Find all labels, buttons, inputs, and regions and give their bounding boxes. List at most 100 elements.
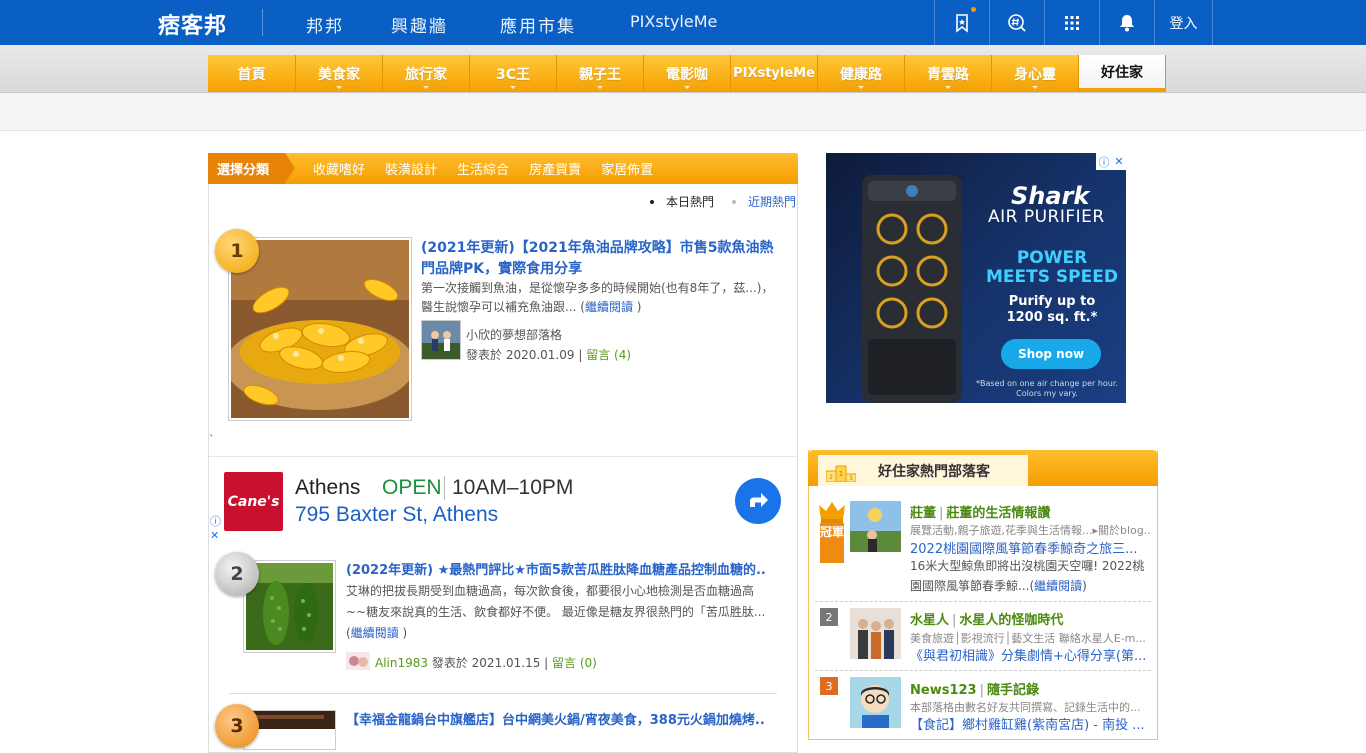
excerpt-text: 艾琳的把拔長期受到血糖過高，每次飲食後，都要很小心地檢測是否血糖過高~~糖友來說… [346, 584, 766, 640]
close-ad-icon[interactable]: ✕ [1114, 155, 1123, 168]
bookmark-button[interactable] [934, 0, 989, 45]
cat-pixstyleme[interactable]: PIXstyleMe [731, 55, 818, 92]
blog-title: 隨手記錄 [986, 683, 1039, 698]
top-bar: 痞客邦 邦邦 興趣牆 應用市集 PIXstyleMe 登入 [0, 0, 1366, 45]
blog-post-link[interactable]: 2022桃園國際風箏節春季鯨奇之旅三... [910, 538, 1150, 557]
cat-health[interactable]: 健康路 [818, 55, 905, 92]
directions-button[interactable] [735, 478, 781, 524]
author-name[interactable]: Alin1983 [375, 656, 428, 670]
cat-movie[interactable]: 電影咖 [644, 55, 731, 92]
rank-badge: 2 [215, 552, 259, 596]
bitter-melon-image [246, 563, 333, 650]
tab-furnishing[interactable]: 家居佈置 [601, 159, 653, 178]
comments-link[interactable]: 留言 (0) [552, 656, 597, 670]
hot-switch: 本日熱門 近期熱門 [632, 193, 796, 210]
hot-today-label: 本日熱門 [666, 195, 715, 209]
article-title[interactable]: (2022年更新) ★最熱門評比★市面5款苦瓜胜肽降血糖產品控制血糖的... [346, 560, 766, 581]
blogger-name[interactable]: News123 | 隨手記錄 [910, 679, 1039, 698]
divider [815, 670, 1151, 671]
read-more-link[interactable]: 繼續閱讀 [585, 300, 633, 314]
nav-interest-wall[interactable]: 興趣牆 [391, 12, 448, 37]
shark-claim: Purify up to 1200 sq. ft.* [1006, 294, 1098, 325]
ad-open-status: OPEN [382, 476, 442, 499]
avatar-image [422, 321, 460, 359]
author-avatar[interactable] [346, 652, 370, 670]
ad-place-name[interactable]: Athens [295, 476, 360, 500]
blogger-nick: News123 [910, 683, 977, 698]
apps-button[interactable] [1044, 0, 1099, 45]
adchoices-icon[interactable]: ⓘ [210, 515, 221, 529]
blog-post-link[interactable]: 【食記】鄉村雞缸雞(紫南宮店) - 南投 ... [910, 714, 1150, 733]
cat-parenting[interactable]: 親子王 [557, 55, 644, 92]
shark-footnote: *Based on one air change per hour. Color… [976, 379, 1118, 398]
cat-mind[interactable]: 身心靈 [992, 55, 1079, 92]
champion-badge: 冠軍 [819, 500, 845, 563]
cat-travel[interactable]: 旅行家 [383, 55, 470, 92]
caret-down-icon [858, 86, 864, 89]
blog-post-link[interactable]: 《與君初相識》分集劇情+心得分享(第... [910, 645, 1150, 664]
notifications-button[interactable] [1099, 0, 1154, 45]
shop-now-button[interactable]: Shop now [1001, 339, 1101, 369]
cat-home-living[interactable]: 好住家 [1079, 55, 1166, 92]
grid-icon [1065, 15, 1079, 30]
cat-career[interactable]: 青雲路 [905, 55, 992, 92]
blogger-avatar[interactable] [850, 608, 901, 659]
caret-down-icon [945, 86, 951, 89]
read-more-link[interactable]: 繼續閱讀 [351, 626, 399, 640]
shark-headline: POWER MEETS SPEED [986, 248, 1118, 287]
cat-label: 3C王 [495, 66, 530, 83]
author-avatar[interactable] [421, 320, 461, 360]
ad-address[interactable]: 795 Baxter St, Athens [295, 503, 498, 527]
champion-label: 冠軍 [820, 523, 844, 563]
tab-collecting[interactable]: 收藏嗜好 [313, 159, 365, 178]
tab-select-category[interactable]: 選擇分類 [208, 153, 296, 184]
tab-decoration[interactable]: 裝潢設計 [385, 159, 437, 178]
place-ad[interactable] [209, 456, 797, 546]
ad-choices[interactable]: ⓘ ✕ [210, 515, 221, 543]
nav-app-market[interactable]: 應用市集 [500, 12, 576, 37]
bullet-icon [650, 199, 654, 204]
logo-divider [262, 9, 263, 36]
tab-life[interactable]: 生活綜合 [457, 159, 509, 178]
blogger-name[interactable]: 水星人 | 水星人的怪咖時代 [910, 609, 1063, 628]
blogger-name[interactable]: 莊董 | 莊董的生活情報讚 [910, 502, 1050, 521]
notification-dot [971, 7, 976, 12]
hot-today[interactable]: 本日熱門 [650, 193, 714, 210]
blog-title: 莊董的生活情報讚 [946, 506, 1051, 521]
caret-down-icon [423, 86, 429, 89]
blogger-avatar[interactable] [850, 677, 901, 728]
post-meta: 發表於 2020.01.09 | 留言 (4) [466, 346, 631, 363]
pixnet-logo[interactable]: 痞客邦 [158, 8, 227, 40]
svg-text:2: 2 [829, 474, 833, 481]
cat-label: 親子王 [579, 66, 621, 83]
article-thumbnail[interactable] [228, 237, 412, 421]
nav-pixstyleme[interactable]: PIXstyleMe [630, 12, 717, 31]
blogger-avatar[interactable] [850, 501, 901, 552]
cat-food[interactable]: 美食家 [296, 55, 383, 92]
hot-recent[interactable]: 近期熱門 [732, 193, 796, 210]
read-more-link[interactable]: 繼續閱讀 [1034, 579, 1082, 593]
login-button[interactable]: 登入 [1154, 0, 1213, 45]
hashtag-search-button[interactable] [989, 0, 1044, 45]
crown-icon [819, 502, 845, 523]
cat-home[interactable]: 首頁 [208, 55, 296, 92]
cat-3c[interactable]: 3C王 [470, 55, 557, 92]
close-ad-icon[interactable]: ✕ [210, 529, 221, 543]
nav-bangbang[interactable]: 邦邦 [306, 12, 344, 37]
caret-down-icon [336, 86, 342, 89]
adchoices-icon[interactable]: ⓘ [1098, 154, 1109, 170]
blogger-nick: 水星人 [910, 613, 950, 628]
shark-ad-banner[interactable]: ⓘ ✕ Shark AIR PURIFIER POWER MEETS SPEED … [826, 153, 1126, 403]
ad-choices[interactable]: ⓘ ✕ [1096, 153, 1126, 170]
rank-number: 2 [820, 608, 838, 626]
cat-label: PIXstyleMe [733, 66, 815, 81]
excerpt-close: ) [398, 626, 408, 640]
tab-real-estate[interactable]: 房產買賣 [529, 159, 581, 178]
article-title[interactable]: (2021年更新)【2021年魚油品牌攻略】市售5款魚油熱門品牌PK，實際食用分… [421, 238, 786, 280]
svg-text:1: 1 [839, 470, 843, 478]
stray-text: ` [209, 433, 215, 446]
blog-title: 水星人的怪咖時代 [959, 613, 1064, 628]
comments-link[interactable]: 留言 (4) [586, 348, 631, 362]
canes-logo: Cane's [224, 472, 283, 531]
author-name[interactable]: 小欣的夢想部落格 [466, 326, 562, 343]
